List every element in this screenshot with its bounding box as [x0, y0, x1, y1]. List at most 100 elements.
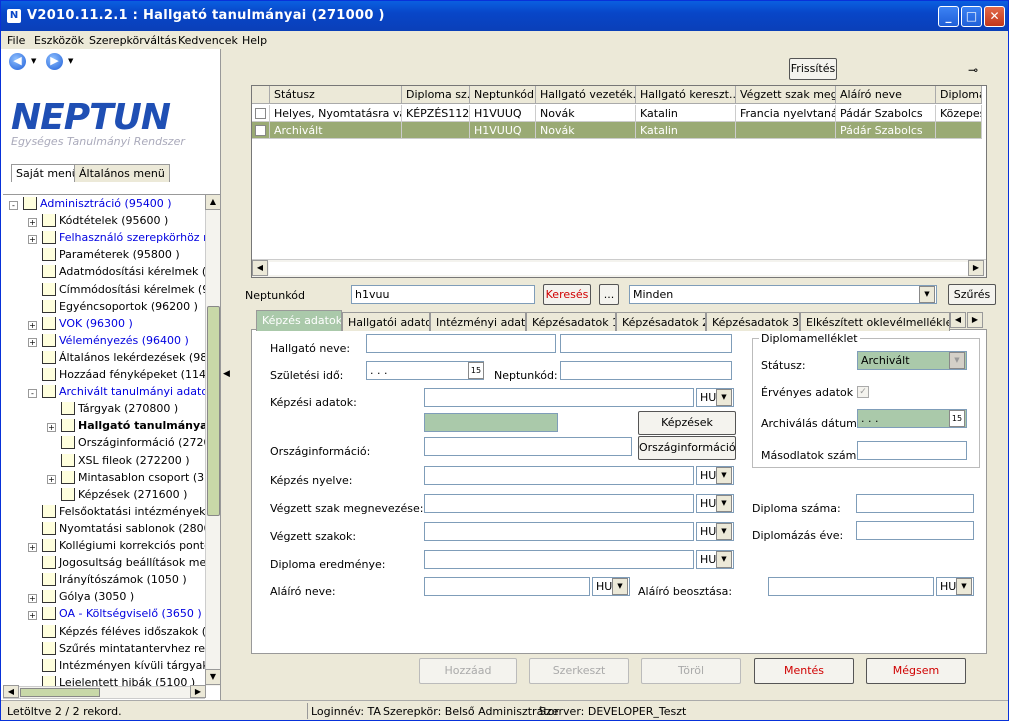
tree-expander-icon[interactable]: + [28, 337, 37, 347]
tree-expander-icon[interactable]: + [28, 320, 37, 330]
grid-column-header[interactable]: Aláíró neve [836, 86, 936, 104]
tree-item[interactable]: Hallgató tanulmányai [61, 419, 205, 437]
row-checkbox[interactable] [255, 108, 266, 119]
tree-item[interactable]: Felhasználó szerepkörhöz ren [42, 231, 205, 248]
country-info-button[interactable]: Országinformáció [638, 436, 736, 460]
tab-6[interactable]: Képzésadatok 3. [706, 312, 800, 331]
filter-button[interactable]: Szűrés [948, 284, 996, 305]
tree-item[interactable]: Nyomtatási sablonok (280000 [42, 521, 205, 539]
tree-item[interactable]: Szűrés mintatantervhez rende [42, 641, 205, 659]
grid-scroll-right-icon[interactable]: ▶ [968, 260, 984, 276]
tab-5[interactable]: Képzésadatok 2. [616, 312, 706, 331]
tab-2[interactable]: Hallgatói adatok [342, 312, 430, 331]
tree-expander-icon[interactable]: + [28, 543, 37, 552]
grid-column-header[interactable]: Végzett szak meg... [736, 86, 836, 104]
tree-expander-icon[interactable]: - [9, 201, 18, 210]
tree-item[interactable]: Adatmódosítási kérelmek (960 [42, 265, 205, 282]
more-options-button[interactable]: ... [599, 284, 619, 305]
filter-dropdown-icon[interactable]: ▼ [919, 286, 935, 303]
neptun-code-search-input[interactable]: h1vuu [351, 285, 535, 304]
tree-item[interactable]: Véleményezés (96400 ) [42, 333, 205, 351]
pin-icon[interactable]: ⊸ [968, 63, 978, 77]
birth-date-input[interactable]: . . . [366, 361, 484, 380]
training-data-input[interactable] [424, 388, 694, 407]
signer-position-input[interactable] [768, 577, 934, 596]
tree-item[interactable]: Lejelentett hibák (5100 ) [42, 675, 205, 686]
maximize-button[interactable]: □ [961, 6, 982, 27]
grid-column-header[interactable]: Hallgató vezeték... [536, 86, 636, 104]
pane-collapse-handle[interactable]: ◀ [221, 361, 233, 391]
tree-expander-icon[interactable]: + [28, 594, 37, 604]
tree-item[interactable]: Kollégiumi korrekciós pontok [42, 539, 205, 556]
tab-altalanos-menu[interactable]: Általános menü [74, 164, 170, 182]
tree-expander-icon[interactable]: + [28, 235, 37, 245]
grid-scroll-left-icon[interactable]: ◀ [252, 260, 268, 276]
tree-item[interactable]: Hozzáad fényképeket (11400 [42, 368, 205, 385]
save-button[interactable]: Mentés [754, 658, 854, 684]
tab-1[interactable]: Képzés adatok [256, 310, 342, 331]
refresh-button[interactable]: Frissítés [789, 58, 837, 80]
tree-item[interactable]: Gólya (3050 ) [42, 590, 205, 607]
tab-7[interactable]: Elkészített oklevélmellékletek [800, 312, 950, 331]
tree-item[interactable]: Címmódosítási kérelmek (961 [42, 282, 205, 300]
tree-item[interactable]: OA - Költségviselő (3650 ) [42, 607, 205, 624]
tree-item[interactable]: Kódtételek (95600 ) [42, 214, 205, 231]
language-input[interactable] [424, 466, 694, 485]
grid-column-header[interactable]: Diploma sz... [402, 86, 470, 104]
tree-item[interactable]: Jogosultság beállítások megt [42, 556, 205, 573]
tree-item[interactable]: Országinformáció (27200 [61, 436, 205, 453]
tab-sajat-menu[interactable]: Saját menü [11, 164, 84, 182]
tree-item[interactable]: Intézményen kívüli tárgyak (4 [42, 658, 205, 676]
menu-file[interactable]: File [7, 34, 25, 47]
tree-vertical-scrollbar[interactable]: ▲ ▼ [205, 194, 221, 686]
cancel-button[interactable]: Mégsem [866, 658, 966, 684]
tree-item[interactable]: XSL fileok (272200 ) [61, 453, 205, 471]
major-name-dropdown-icon[interactable]: ▼ [716, 495, 732, 512]
tree-expander-icon[interactable]: - [28, 389, 37, 399]
minimize-button[interactable]: _ [938, 6, 959, 27]
tree-item[interactable]: Mintasablon csoport (352 [61, 470, 205, 488]
collapse-left-icon[interactable]: ◀ [223, 369, 230, 379]
tree-item[interactable]: Általános lekérdezések (9840 [42, 350, 205, 368]
search-button[interactable]: Keresés [543, 284, 591, 305]
tree-expander-icon[interactable]: + [28, 218, 37, 228]
add-button[interactable]: Hozzáad [419, 658, 517, 684]
supplement-status-dropdown-icon[interactable]: ▼ [949, 352, 965, 369]
grid-horizontal-scrollbar[interactable]: ◀ ▶ [252, 259, 986, 277]
tree-item[interactable]: Tárgyak (270800 ) [61, 402, 205, 419]
scroll-right-icon[interactable]: ▶ [190, 685, 206, 698]
tree-item[interactable]: Paraméterek (95800 ) [42, 248, 205, 265]
diploma-result-dropdown-icon[interactable]: ▼ [716, 551, 732, 568]
country-info-input[interactable] [424, 437, 632, 456]
diploma-result-input[interactable] [424, 550, 694, 569]
tree-item[interactable]: VOK (96300 ) [42, 316, 205, 334]
delete-button[interactable]: Töröl [641, 658, 741, 684]
tree-item[interactable]: Adminisztráció (95400 ) [23, 197, 205, 214]
tab-scroll-left-icon[interactable]: ◀ [950, 312, 966, 328]
neptun-code-field[interactable] [560, 361, 732, 380]
tree-item[interactable]: Felsőoktatási intézmények list [42, 504, 205, 522]
training-lang-dropdown-icon[interactable]: ▼ [716, 389, 732, 406]
scroll-left-icon[interactable]: ◀ [3, 685, 19, 698]
majors-dropdown-icon[interactable]: ▼ [716, 523, 732, 540]
tree-expander-icon[interactable]: + [47, 423, 56, 433]
grid-scroll-track[interactable] [269, 262, 969, 275]
major-name-input[interactable] [424, 494, 694, 513]
scroll-up-icon[interactable]: ▲ [205, 194, 221, 210]
tree-item[interactable]: Archivált tanulmányi adatok (2 [42, 385, 205, 402]
edit-button[interactable]: Szerkeszt [529, 658, 629, 684]
tree-item[interactable]: Képzések (271600 ) [61, 487, 205, 505]
tab-scroll-right-icon[interactable]: ▶ [967, 312, 983, 328]
grid-column-header[interactable]: Státusz [270, 86, 402, 104]
tree-expander-icon[interactable]: + [28, 611, 37, 621]
hscroll-thumb[interactable] [20, 688, 100, 697]
grid-column-header[interactable]: Hallgató kereszt... [636, 86, 736, 104]
student-lastname-input[interactable] [366, 334, 556, 353]
valid-data-checkbox[interactable]: ✓ [857, 386, 869, 398]
tree-item[interactable]: Egyéncsoportok (96200 ) [42, 299, 205, 317]
calendar-icon[interactable]: 15 [468, 362, 484, 379]
grid-column-header[interactable]: Diploma e [936, 86, 982, 104]
row-checkbox[interactable] [255, 125, 266, 136]
menu-help[interactable]: Help [242, 34, 267, 47]
menu-kedvencek[interactable]: Kedvencek [178, 34, 238, 47]
